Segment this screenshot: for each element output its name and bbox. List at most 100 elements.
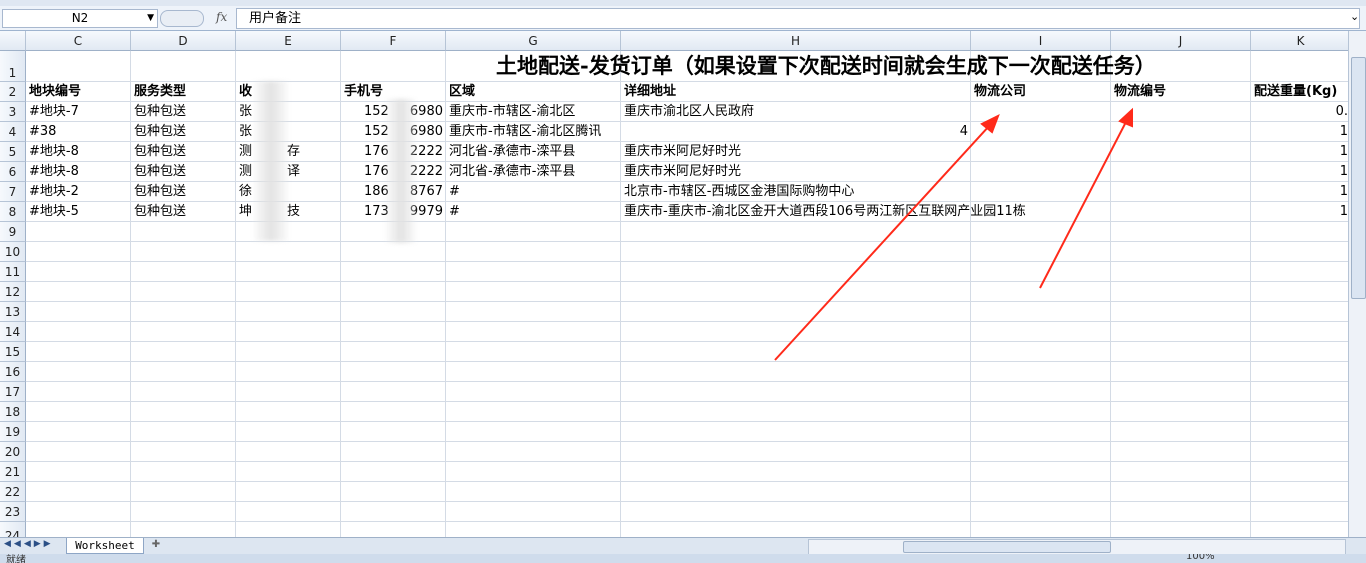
insert-function-icon[interactable]: fx [216, 10, 227, 24]
cell-recipient[interactable]: 测 [236, 142, 252, 162]
name-box[interactable]: N2 ▼ [2, 9, 158, 28]
cell-service-type[interactable]: 包种包送 [131, 122, 186, 142]
cell-address-number[interactable]: 4 [621, 122, 971, 142]
row-header[interactable]: 17 [0, 382, 26, 402]
header-cell-phone[interactable]: 手机号 [341, 82, 383, 102]
zoom-level[interactable]: 100% [1186, 554, 1215, 562]
cell-plot-id[interactable]: #38 [26, 122, 56, 142]
column-header-j[interactable]: J [1111, 31, 1251, 51]
row-header[interactable]: 5 [0, 142, 26, 162]
column-header-k[interactable]: K [1251, 31, 1348, 51]
row-header[interactable]: 19 [0, 422, 26, 442]
row-header[interactable]: 4 [0, 122, 26, 142]
column-header-f[interactable]: F [341, 31, 446, 51]
header-cell-service-type[interactable]: 服务类型 [131, 82, 186, 102]
cell-plot-id[interactable]: #地块-8 [26, 162, 79, 182]
cell-region[interactable]: 河北省-承德市-滦平县 [446, 142, 575, 162]
formula-input[interactable]: 用户备注 [236, 8, 1360, 29]
row-header[interactable]: 2 [0, 82, 26, 102]
cell-service-type[interactable]: 包种包送 [131, 102, 186, 122]
column-header-c[interactable]: C [26, 31, 131, 51]
cell-service-type[interactable]: 包种包送 [131, 142, 186, 162]
cell-plot-id[interactable]: #地块-2 [26, 182, 79, 202]
cell-region[interactable]: # [446, 202, 460, 222]
row-header[interactable]: 8 [0, 202, 26, 222]
cell-service-type[interactable]: 包种包送 [131, 182, 186, 202]
sheet-tab-bar: ◀◀◀▶▶ Worksheet ✚ [0, 537, 1366, 555]
cell-weight[interactable]: 1 [1251, 202, 1348, 222]
sheet-tab-worksheet[interactable]: Worksheet [66, 538, 144, 554]
cell-region[interactable]: 重庆市-市辖区-渝北区腾讯 [446, 122, 621, 142]
worksheet-grid[interactable]: C D E F G H I J K 1 2 3 4 5 6 7 8 9 10 1… [0, 31, 1348, 537]
cell-weight[interactable]: 1 [1251, 182, 1348, 202]
cell-region[interactable]: 重庆市-市辖区-渝北区 [446, 102, 575, 122]
cell-service-type[interactable]: 包种包送 [131, 162, 186, 182]
column-header-g[interactable]: G [446, 31, 621, 51]
cell-recipient[interactable]: 测 [236, 162, 252, 182]
cell-address[interactable]: 重庆市米阿尼好时光 [621, 162, 741, 182]
cell-recipient[interactable]: 张 [236, 102, 252, 122]
cell-recipient[interactable]: 徐 [236, 182, 252, 202]
sheet-title[interactable]: 土地配送-发货订单（如果设置下次配送时间就会生成下一次配送任务） [493, 51, 1156, 81]
formula-controls[interactable] [160, 10, 204, 27]
vertical-scrollbar[interactable] [1348, 31, 1366, 537]
header-cell-recipient[interactable]: 收 [236, 82, 252, 102]
cell-address[interactable]: 重庆市米阿尼好时光 [621, 142, 741, 162]
row-header[interactable]: 10 [0, 242, 26, 262]
cell-plot-id[interactable]: #地块-8 [26, 142, 79, 162]
row-header[interactable]: 16 [0, 362, 26, 382]
row-header[interactable]: 7 [0, 182, 26, 202]
row-header[interactable]: 21 [0, 462, 26, 482]
cell-weight[interactable]: 1 [1251, 142, 1348, 162]
row-header[interactable]: 11 [0, 262, 26, 282]
column-header-e[interactable]: E [236, 31, 341, 51]
cell-recipient[interactable]: 张 [236, 122, 252, 142]
cell-region[interactable]: 河北省-承德市-滦平县 [446, 162, 575, 182]
row-header[interactable]: 1 [0, 51, 26, 82]
row-header[interactable]: 6 [0, 162, 26, 182]
privacy-blur-phone [386, 99, 416, 243]
name-box-value: N2 [71, 11, 89, 25]
column-header-i[interactable]: I [971, 31, 1111, 51]
row-header[interactable]: 14 [0, 322, 26, 342]
cell-weight[interactable]: 1 [1251, 122, 1348, 142]
cell-weight[interactable]: 0. [1251, 102, 1348, 122]
header-cell-logistics-company[interactable]: 物流公司 [971, 82, 1026, 102]
row-header[interactable]: 12 [0, 282, 26, 302]
row-header[interactable]: 22 [0, 482, 26, 502]
cell-plot-id[interactable]: #地块-5 [26, 202, 79, 222]
column-header-d[interactable]: D [131, 31, 236, 51]
privacy-blur-recipient [254, 81, 288, 241]
tab-nav-arrows-icon[interactable]: ◀◀◀▶▶ [4, 539, 54, 549]
cell-address[interactable]: 重庆市-重庆市-渝北区金开大道西段106号两江新区互联网产业园11栋 [621, 202, 1071, 222]
expand-formula-icon[interactable]: ⌄ [1350, 10, 1359, 23]
column-header-h[interactable]: H [621, 31, 971, 51]
header-cell-logistics-number[interactable]: 物流编号 [1111, 82, 1166, 102]
chevron-down-icon[interactable]: ▼ [147, 10, 154, 27]
horizontal-scrollbar[interactable] [808, 539, 1346, 555]
row-header[interactable]: 23 [0, 502, 26, 522]
header-cell-region[interactable]: 区域 [446, 82, 475, 102]
cell-plot-id[interactable]: #地块-7 [26, 102, 79, 122]
insert-sheet-icon[interactable]: ✚ [146, 539, 166, 552]
cell-recipient[interactable]: 坤 [236, 202, 252, 222]
row-header[interactable]: 15 [0, 342, 26, 362]
scroll-thumb[interactable] [1351, 57, 1366, 299]
row-header[interactable]: 3 [0, 102, 26, 122]
header-cell-weight[interactable]: 配送重量(Kg) [1251, 82, 1337, 102]
row-header[interactable]: 24 [0, 522, 26, 537]
row-header[interactable]: 18 [0, 402, 26, 422]
select-all-corner[interactable] [0, 31, 26, 51]
status-text: 就绪 [6, 555, 26, 563]
cell-address[interactable]: 北京市-市辖区-西城区金港国际购物中心 [621, 182, 854, 202]
scroll-thumb[interactable] [903, 541, 1111, 553]
header-cell-plot-id[interactable]: 地块编号 [26, 82, 81, 102]
row-header[interactable]: 20 [0, 442, 26, 462]
row-header[interactable]: 13 [0, 302, 26, 322]
header-cell-address[interactable]: 详细地址 [621, 82, 676, 102]
cell-region[interactable]: # [446, 182, 460, 202]
cell-service-type[interactable]: 包种包送 [131, 202, 186, 222]
cell-address[interactable]: 重庆市渝北区人民政府 [621, 102, 754, 122]
cell-weight[interactable]: 1 [1251, 162, 1348, 182]
row-header[interactable]: 9 [0, 222, 26, 242]
